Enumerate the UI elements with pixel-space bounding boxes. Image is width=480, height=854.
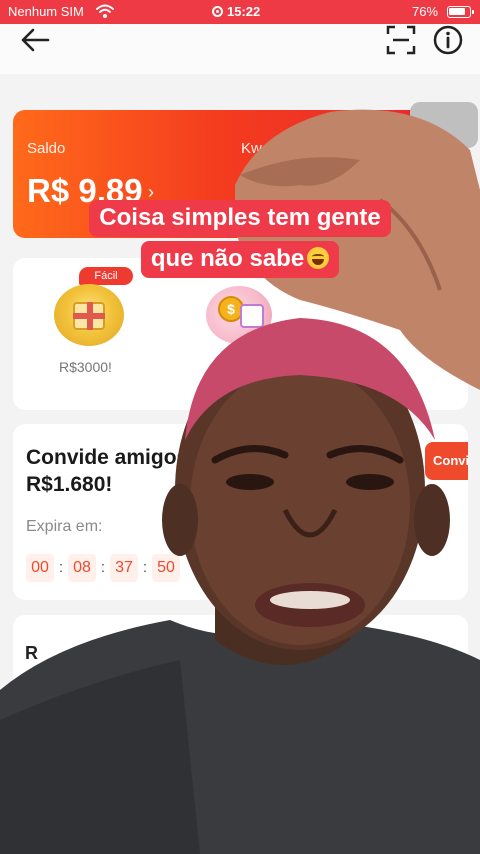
back-button[interactable]	[18, 26, 58, 56]
top-bar	[0, 24, 480, 74]
clock-time: 15:22	[227, 4, 261, 19]
balance-card[interactable]: Saldo R$ 9,89 › Kwai C	[13, 110, 468, 238]
status-bar: Nenhum SIM 15:22 76%	[0, 0, 480, 24]
scan-button[interactable]	[385, 24, 419, 58]
chevron-right-icon[interactable]: ›	[148, 182, 154, 203]
card-title: R	[25, 643, 38, 663]
corner-tab[interactable]	[410, 102, 478, 148]
carrier-label: Nenhum SIM	[8, 4, 84, 19]
expiry-label: Expira em:	[26, 518, 103, 535]
difficulty-badge: Fácil	[79, 267, 133, 285]
battery-icon	[447, 6, 474, 18]
countdown-timer: 00:08:37:50	[26, 554, 180, 584]
balance-label: Saldo	[27, 140, 66, 157]
wifi-icon	[96, 3, 114, 22]
countdown-minutes: 37	[110, 554, 138, 582]
battery-percent: 76%	[412, 4, 439, 19]
invite-card: Convide amigos R$1.680! Expira em: 00:08…	[13, 424, 468, 600]
coin-calendar-icon[interactable]: $	[206, 286, 272, 344]
info-icon	[433, 25, 463, 55]
back-arrow-icon	[21, 28, 50, 52]
countdown-days: 00	[26, 554, 54, 582]
info-button[interactable]	[432, 24, 464, 56]
gift-icon[interactable]	[54, 284, 124, 346]
scan-icon	[386, 25, 416, 55]
content-card: R	[13, 615, 468, 755]
tasks-card: Fácil R$3000! $	[13, 258, 468, 410]
balance-amount: R$ 9,89	[27, 172, 143, 209]
partner-label: Kwai C	[241, 140, 289, 157]
invite-title: Convide amigos	[26, 446, 189, 469]
clock: 15:22	[212, 4, 260, 19]
countdown-seconds: 50	[152, 554, 180, 582]
invite-button[interactable]: Convida	[425, 442, 468, 480]
countdown-hours: 08	[68, 554, 96, 582]
screen-record-icon	[212, 6, 223, 17]
invite-amount: R$1.680!	[26, 473, 113, 496]
task-reward: R$3000!	[59, 359, 112, 375]
